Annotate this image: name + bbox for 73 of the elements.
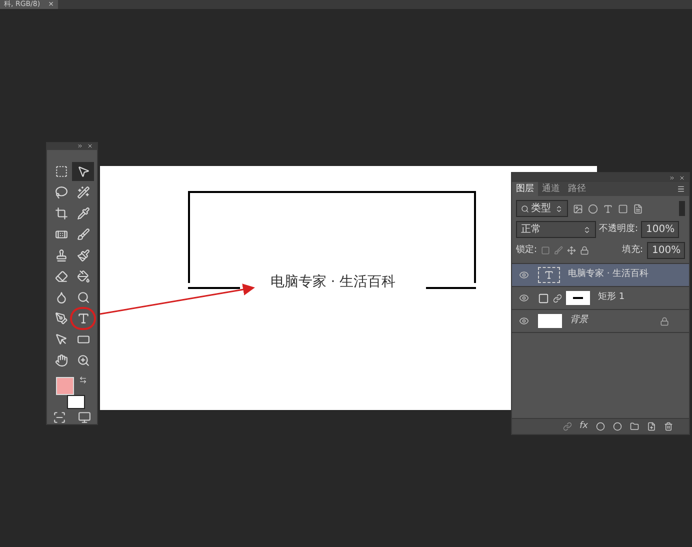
move-icon [76, 164, 90, 178]
panel-menu-icon[interactable] [677, 185, 685, 193]
tool-button[interactable] [72, 308, 94, 328]
close-icon[interactable] [679, 174, 685, 180]
hand-icon [54, 354, 68, 367]
pointer-icon [54, 332, 68, 346]
shape-layer-icon [538, 292, 549, 304]
opacity-label: 不透明度: [599, 222, 638, 236]
layer-row[interactable]: 矩形 1 [512, 287, 689, 310]
panel-tab[interactable]: 通道 [538, 182, 564, 196]
smart-object-filter-icon[interactable] [633, 204, 643, 214]
layer-row[interactable]: 电脑专家 · 生活百科 [512, 264, 689, 287]
foreground-color-swatch[interactable] [56, 376, 74, 395]
rectangle-icon [76, 332, 90, 346]
type-filter-icon[interactable] [603, 204, 613, 214]
new-layer-icon[interactable] [647, 422, 656, 431]
search-icon [521, 204, 529, 212]
visibility-eye-icon[interactable] [519, 293, 529, 303]
panel-tab[interactable]: 图层 [512, 182, 538, 196]
shape-filter-icon[interactable] [618, 204, 628, 214]
paint-bucket-icon [76, 270, 90, 283]
swap-colors-icon[interactable] [79, 376, 87, 384]
screen-mode-icon[interactable] [78, 411, 91, 424]
close-icon[interactable] [87, 143, 93, 150]
visibility-eye-icon[interactable] [519, 316, 529, 326]
collapse-icon[interactable] [77, 143, 83, 150]
updown-icon [555, 204, 563, 212]
eraser-icon [54, 270, 68, 283]
filter-dropdown[interactable]: 类型 [516, 200, 568, 217]
background-thumbnail [538, 314, 562, 328]
filter-toggle[interactable] [679, 201, 685, 216]
magnifier-icon [76, 290, 90, 304]
background-color-swatch[interactable] [67, 394, 85, 409]
updown-icon [583, 226, 591, 234]
crop-icon [54, 206, 68, 220]
lasso-icon [54, 186, 68, 199]
marquee-icon [54, 164, 68, 178]
fill-label: 填充: [622, 244, 643, 257]
lock-position-icon[interactable] [567, 246, 576, 255]
fx-icon[interactable]: fx [580, 420, 588, 434]
quick-mask-icon[interactable] [53, 411, 66, 424]
layer-name: 背景 [570, 314, 588, 328]
blend-mode-dropdown[interactable]: 正常 [516, 221, 596, 238]
zoom-icon [76, 354, 90, 367]
paintbrush-icon [76, 248, 90, 262]
eyedropper-icon [76, 206, 90, 220]
lock-all-icon[interactable] [580, 246, 590, 255]
type-icon [76, 312, 90, 325]
magic-wand-icon [76, 186, 90, 199]
fill-field[interactable]: 100% [647, 242, 685, 259]
layer-name: 矩形 1 [598, 291, 625, 304]
droplet-icon [54, 290, 68, 304]
lock-label: 锁定: [516, 244, 538, 257]
canvas-text: 电脑专家 · 生活百科 [270, 273, 396, 292]
link-icon [553, 294, 562, 302]
panel-tab[interactable]: 路径 [564, 182, 590, 196]
pen-icon [54, 312, 68, 325]
tool-button[interactable] [72, 162, 94, 181]
opacity-field[interactable]: 100% [641, 221, 680, 238]
visibility-eye-icon[interactable] [519, 270, 529, 280]
type-icon [544, 270, 554, 280]
bandage-icon [54, 228, 68, 241]
collapse-icon[interactable] [669, 174, 675, 180]
adjustment-filter-icon[interactable] [588, 204, 598, 214]
delete-icon[interactable] [664, 422, 673, 431]
shape-mask-thumbnail [566, 291, 590, 305]
pixel-filter-icon[interactable] [573, 204, 583, 214]
new-group-icon[interactable] [630, 422, 639, 431]
layer-row[interactable]: 背景 [512, 310, 689, 333]
stamp-icon [54, 248, 68, 262]
layer-name: 电脑专家 · 生活百科 [568, 268, 649, 282]
brush-icon [76, 228, 90, 241]
link-layers-icon[interactable] [562, 422, 572, 431]
